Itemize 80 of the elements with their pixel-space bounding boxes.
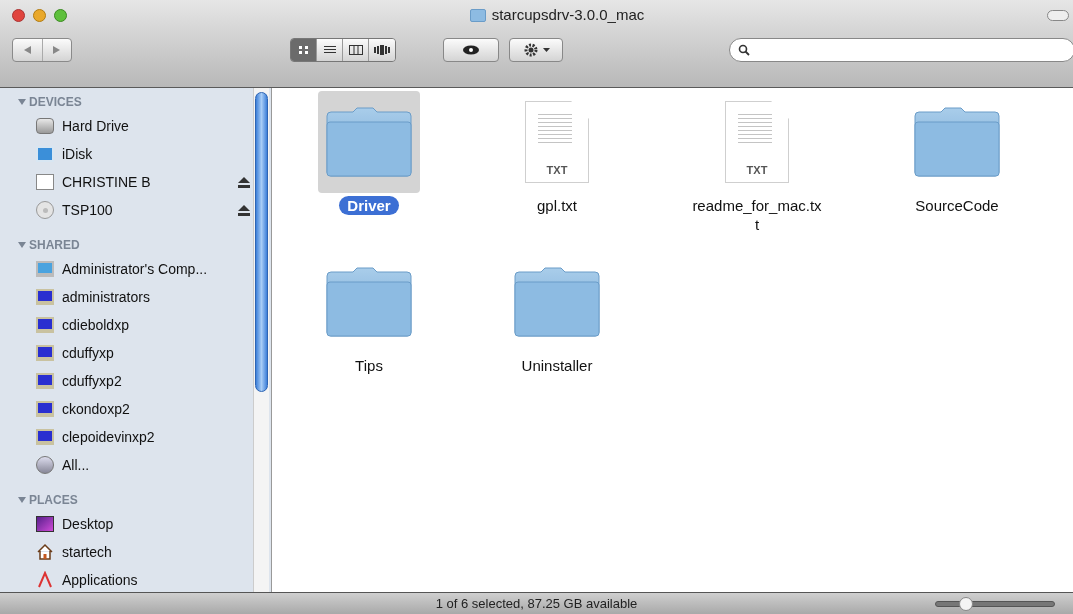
view-mode-button[interactable]: [343, 39, 369, 61]
section-heading: SHARED: [29, 236, 80, 254]
monitor-icon: [36, 401, 54, 417]
folder-icon: [911, 106, 1003, 178]
search-field[interactable]: [729, 38, 1073, 62]
view-mode-control[interactable]: [290, 38, 396, 62]
monitor-icon: [36, 373, 54, 389]
file-name: readme_for_mac.txt: [691, 196, 823, 234]
eye-icon: [462, 45, 480, 55]
monitor-icon: [36, 289, 54, 305]
gear-icon: [522, 42, 539, 58]
sidebar-item[interactable]: cduffyxp2: [18, 367, 271, 395]
file-item[interactable]: TXT gpl.txt: [463, 91, 651, 251]
view-mode-button[interactable]: [291, 39, 317, 61]
zoom-button[interactable]: [54, 8, 67, 22]
columns-icon: [348, 45, 363, 55]
caret-icon: [542, 48, 550, 52]
globe-icon: [36, 456, 54, 474]
hard-drive-icon: [36, 118, 54, 134]
file-item[interactable]: Driver: [275, 91, 463, 251]
minimize-button[interactable]: [33, 8, 46, 22]
text-document-icon: TXT: [525, 101, 589, 183]
monitor-icon: [36, 261, 54, 277]
list-icon: [323, 45, 336, 55]
sidebar-item[interactable]: Hard Drive: [18, 112, 271, 140]
folder-icon: [323, 266, 415, 338]
folder-icon: [323, 106, 415, 178]
close-button[interactable]: [12, 8, 25, 22]
folder-icon: [511, 266, 603, 338]
disclosure-triangle-icon[interactable]: [18, 495, 26, 504]
disclosure-triangle-icon[interactable]: [18, 240, 26, 249]
eject-icon[interactable]: [238, 204, 250, 216]
file-name: Tips: [355, 356, 383, 375]
drive-icon: [36, 174, 54, 190]
desktop-icon: [36, 516, 54, 532]
monitor-icon: [36, 429, 54, 445]
sidebar-item[interactable]: Administrator's Comp...: [18, 255, 271, 283]
file-item[interactable]: Uninstaller: [463, 251, 651, 411]
monitor-icon: [36, 317, 54, 333]
status-text: 1 of 6 selected, 87.25 GB available: [435, 594, 638, 613]
file-name: Uninstaller: [521, 356, 593, 375]
action-menu-button[interactable]: [509, 38, 563, 62]
scroll-bar[interactable]: [253, 88, 269, 592]
view-mode-button[interactable]: [369, 39, 395, 61]
file-item[interactable]: TXT readme_for_mac.txt: [651, 91, 863, 251]
section-heading: PLACES: [29, 491, 78, 509]
search-icon: [738, 44, 750, 56]
file-name: Driver: [339, 196, 399, 215]
sidebar-item[interactable]: All...: [18, 451, 271, 479]
toolbar-toggle-button[interactable]: [1047, 9, 1069, 21]
sidebar-item[interactable]: cduffyxp: [18, 339, 271, 367]
sidebar-item[interactable]: Applications: [18, 566, 271, 592]
view-mode-button[interactable]: [317, 39, 343, 61]
right-triangle-icon: [53, 46, 61, 54]
cover-flow-icon: [374, 45, 390, 55]
section-heading: DEVICES: [29, 93, 82, 111]
file-item[interactable]: SourceCode: [863, 91, 1051, 251]
sidebar-item[interactable]: iDisk: [18, 140, 271, 168]
monitor-icon: [36, 345, 54, 361]
left-triangle-icon: [23, 46, 31, 54]
folder-icon: [469, 8, 486, 22]
sidebar-item[interactable]: cdieboldxp: [18, 311, 271, 339]
disclosure-triangle-icon[interactable]: [18, 97, 26, 106]
sidebar-item[interactable]: startech: [18, 538, 271, 566]
slider-thumb[interactable]: [958, 596, 973, 611]
sidebar-item[interactable]: ckondoxp2: [18, 395, 271, 423]
file-name: gpl.txt: [537, 196, 577, 215]
sidebar-item[interactable]: Desktop: [18, 510, 271, 538]
quick-look-button[interactable]: [443, 38, 499, 62]
sidebar-item[interactable]: administrators: [18, 283, 271, 311]
file-item[interactable]: Tips: [275, 251, 463, 411]
eject-icon[interactable]: [238, 176, 250, 188]
grid-icon: [297, 45, 310, 55]
file-name: SourceCode: [915, 196, 999, 215]
sidebar-item[interactable]: CHRISTINE B: [18, 168, 271, 196]
sidebar-item[interactable]: clepoidevinxp2: [18, 423, 271, 451]
window-title: starcupsdrv-3.0.0_mac: [491, 4, 645, 25]
text-document-icon: TXT: [725, 101, 789, 183]
house-icon: [36, 543, 54, 561]
sidebar-item[interactable]: TSP100: [18, 196, 271, 224]
